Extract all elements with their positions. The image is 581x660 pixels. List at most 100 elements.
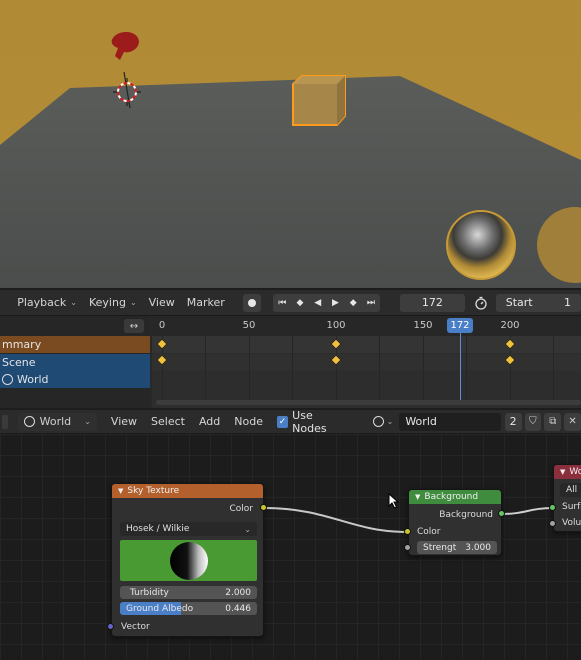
marker-menu[interactable]: Marker [181, 293, 231, 313]
background-title: Background [424, 492, 479, 502]
background-output-socket[interactable] [498, 510, 505, 517]
select-menu[interactable]: Select [151, 415, 185, 428]
collapse-triangle-icon[interactable]: ▼ [415, 493, 420, 501]
node-menu[interactable]: Node [234, 415, 263, 428]
fake-user-shield-icon[interactable]: ⛉ [524, 412, 542, 431]
world-icon [2, 374, 13, 385]
current-frame-value: 172 [421, 296, 443, 309]
background-node[interactable]: ▼ Background Background Color Strengt 3.… [408, 489, 502, 556]
prev-keyframe-icon: ◆ [296, 297, 304, 308]
background-color-input-socket[interactable] [404, 528, 411, 535]
jump-end-button[interactable]: ⏭ [362, 294, 380, 312]
light-object [111, 32, 139, 60]
prev-keyframe-button[interactable]: ◆ [291, 294, 309, 312]
close-icon[interactable]: ✕ [564, 412, 581, 431]
sun-sphere-icon [169, 541, 208, 580]
editor-type-icon[interactable] [2, 414, 8, 429]
checkbox-checked-icon: ✓ [276, 415, 289, 428]
ground-albedo-value: 0.446 [225, 603, 251, 614]
playhead-frame-badge[interactable]: 172 [447, 318, 473, 333]
playhead-line[interactable] [460, 333, 461, 400]
play-reverse-button[interactable]: ◀ [309, 294, 327, 312]
world-output-header[interactable]: ▼ Wo [554, 465, 581, 479]
next-keyframe-button[interactable]: ◆ [344, 294, 362, 312]
frame-gridline [379, 336, 380, 400]
chevron-down-icon: ⌄ [386, 417, 394, 426]
ruler-tick: 200 [500, 320, 520, 331]
chevron-down-icon: ⌄ [129, 298, 137, 307]
background-strength-input-socket[interactable] [404, 544, 411, 551]
output-target-dropdown[interactable]: All [560, 483, 581, 497]
mouse-pointer-icon [388, 493, 400, 509]
channel-scene[interactable]: Scene [0, 354, 150, 371]
use-nodes-label: Use Nodes [292, 408, 327, 435]
stopwatch-icon[interactable] [473, 294, 490, 312]
metal-sphere [446, 210, 516, 280]
start-frame-field[interactable]: Start 1 [495, 293, 581, 312]
sun-direction-widget[interactable] [120, 540, 257, 581]
channel-world-label: World [17, 373, 49, 386]
channel-summary-label: mmary [2, 338, 42, 351]
add-menu[interactable]: Add [199, 415, 220, 428]
node-editor-canvas[interactable]: ▼ Sky Texture Color Hosek / Wilkie ⌄ Tur… [0, 434, 581, 660]
background-output-label: Background [439, 510, 493, 520]
turbidity-field[interactable]: Turbidity 2.000 [120, 586, 257, 599]
sky-type-dropdown[interactable]: Hosek / Wilkie ⌄ [120, 522, 257, 536]
ruler-tick: 150 [413, 320, 433, 331]
world-browse-button[interactable]: ⌄ [372, 416, 394, 427]
jump-start-icon: ⏮ [278, 297, 287, 308]
record-icon [248, 298, 257, 307]
world-name-field[interactable]: World [399, 412, 501, 431]
jump-end-icon: ⏭ [366, 297, 375, 308]
channel-summary[interactable]: mmary [0, 336, 150, 353]
volume-input-label: Volum [562, 518, 581, 528]
users-count-button[interactable]: 2 [504, 412, 522, 431]
ruler-tick: 100 [326, 320, 346, 331]
jump-start-button[interactable]: ⏮ [273, 294, 291, 312]
world-output-node[interactable]: ▼ Wo All Surfa Volum [553, 464, 581, 532]
selected-cube [292, 75, 346, 126]
keyframe-row [152, 354, 581, 371]
3d-viewport[interactable] [0, 0, 581, 288]
background-header[interactable]: ▼ Background [409, 490, 501, 504]
frame-ruler[interactable]: 0 50 100 150 200 [152, 316, 581, 336]
view-menu[interactable]: View [111, 415, 137, 428]
shader-type-label: World [39, 415, 72, 428]
collapse-triangle-icon[interactable]: ▼ [118, 487, 123, 495]
node-editor-header: World ⌄ View Select Add Node ✓ Use Nodes… [0, 408, 581, 435]
channel-world[interactable]: World [0, 371, 150, 388]
ground-albedo-field[interactable]: Ground Albedo 0.446 [120, 602, 257, 615]
sky-texture-node[interactable]: ▼ Sky Texture Color Hosek / Wilkie ⌄ Tur… [111, 483, 264, 637]
frame-gridline [249, 336, 250, 400]
viewport-scene [0, 32, 581, 288]
duplicate-icon[interactable]: ⧉ [544, 412, 562, 431]
link-background-to-output [501, 507, 554, 515]
play-button[interactable]: ▶ [327, 294, 345, 312]
current-frame-field[interactable]: 172 [399, 293, 465, 312]
frame-gridline [292, 336, 293, 400]
use-nodes-toggle[interactable]: ✓ Use Nodes [276, 408, 347, 435]
channel-scene-label: Scene [2, 356, 36, 369]
sky-texture-header[interactable]: ▼ Sky Texture [112, 484, 263, 498]
strength-field[interactable]: Strengt 3.000 [417, 541, 497, 554]
view-menu[interactable]: View [143, 293, 181, 313]
timeline-dopesheet: ↔ mmary Scene World 0 50 100 150 200 172 [0, 316, 581, 408]
volume-input-socket[interactable] [549, 520, 556, 527]
playback-menu[interactable]: Playback ⌄ [11, 293, 83, 313]
frame-gridline [466, 336, 467, 400]
keyframe-area[interactable]: 0 50 100 150 200 172 [152, 316, 581, 408]
output-target-value: All [566, 485, 578, 495]
sky-color-output-socket[interactable] [260, 504, 267, 511]
globe-icon [23, 416, 35, 427]
swap-arrows-icon[interactable]: ↔ [124, 319, 144, 333]
collapse-triangle-icon[interactable]: ▼ [560, 468, 565, 476]
auto-keying-button[interactable] [242, 293, 262, 312]
keying-menu[interactable]: Keying ⌄ [83, 293, 143, 313]
sky-vector-input-socket[interactable] [107, 623, 114, 630]
globe-icon [372, 416, 384, 427]
ruler-tick: 0 [158, 320, 166, 331]
surface-input-socket[interactable] [549, 504, 556, 511]
shader-type-selector[interactable]: World ⌄ [17, 412, 97, 431]
timeline-scrollbar[interactable] [156, 400, 581, 405]
ground-albedo-label: Ground Albedo [126, 603, 194, 614]
